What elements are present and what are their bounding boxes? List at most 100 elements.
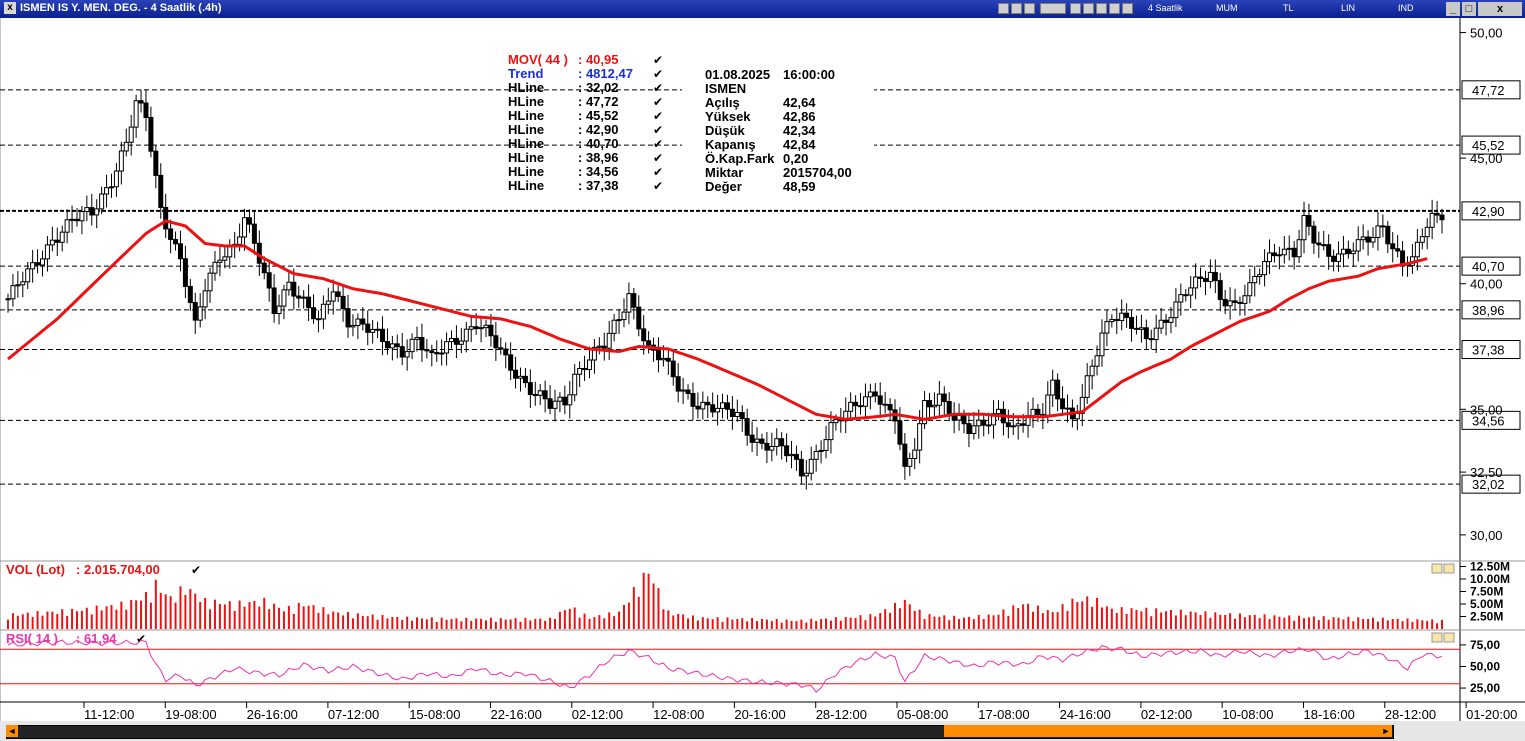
candle-body	[306, 296, 312, 309]
time-tick-12: 24-16:00	[1060, 707, 1111, 721]
price-tick-0: 50,00	[1470, 26, 1503, 41]
candle-body	[365, 323, 371, 333]
candle-body	[848, 401, 854, 412]
candle-body	[1331, 255, 1337, 262]
candle-body	[611, 319, 617, 334]
candle-body	[1133, 327, 1139, 330]
legend-label-7: HLine	[508, 150, 544, 165]
candle-body	[641, 328, 647, 342]
period-selector[interactable]: 4 Saatlik	[1148, 3, 1183, 13]
window-menu-icon[interactable]: x	[4, 2, 16, 14]
candle-body	[552, 400, 558, 409]
time-tick-7: 12-08:00	[653, 707, 704, 721]
time-tick-0: 11-12:00	[84, 707, 134, 721]
scroll-right-arrow[interactable]: ►	[1380, 725, 1392, 737]
hline-label-0: 47,72	[1472, 83, 1505, 98]
candle-body	[690, 392, 696, 407]
time-tick-8: 20-16:00	[734, 707, 785, 721]
toolbar-icon-2[interactable]	[1011, 3, 1022, 14]
candle-body	[508, 354, 514, 371]
chart-canvas[interactable]: 47,7245,5242,9040,7038,9637,3834,5632,02…	[0, 18, 1525, 721]
candle-body	[1257, 274, 1263, 277]
toolbar-icon-6[interactable]	[1083, 3, 1094, 14]
candle-body	[15, 284, 21, 287]
candle-body	[394, 343, 400, 348]
candle-body	[828, 422, 834, 441]
candle-body	[1148, 338, 1154, 341]
candle-body	[951, 415, 957, 421]
candle-body	[1434, 212, 1440, 216]
toolbar-icon-4[interactable]	[1040, 3, 1066, 14]
candle-body	[789, 453, 795, 457]
candle-body	[798, 458, 804, 477]
candle-body	[631, 293, 637, 308]
candle-body	[311, 307, 317, 320]
candle-body	[59, 231, 65, 243]
candle-body	[976, 419, 982, 427]
time-tick-15: 18-16:00	[1304, 707, 1355, 721]
legend-label-8: HLine	[508, 164, 544, 179]
candle-body	[424, 349, 430, 352]
candle-body	[108, 186, 114, 189]
indicator-selector[interactable]: IND	[1398, 3, 1414, 13]
scale-selector[interactable]: LIN	[1341, 3, 1355, 13]
candle-body	[291, 281, 297, 297]
mov44-line	[7, 219, 1428, 421]
horizontal-scrollbar[interactable]: ◄ ►	[0, 721, 1525, 741]
candle-body	[246, 217, 252, 225]
toolbar-icon-1[interactable]	[998, 3, 1009, 14]
legend-check-icon-1: ✔	[653, 67, 663, 81]
toolbar-icon-3[interactable]	[1024, 3, 1035, 14]
candle-body	[222, 256, 228, 261]
hline-label-3: 40,70	[1472, 259, 1505, 274]
info-value-1: 42,86	[783, 109, 816, 124]
toolbar-icon-8[interactable]	[1109, 3, 1120, 14]
info-key-1: Yüksek	[705, 109, 751, 124]
candle-body	[537, 390, 543, 396]
candle-body	[207, 272, 213, 292]
rsi-panel-close-icon	[1443, 632, 1455, 643]
legend-check-icon-9: ✔	[653, 179, 663, 193]
candle-body	[660, 357, 666, 361]
candle-body	[749, 434, 755, 443]
candle-body	[54, 239, 60, 243]
candle-body	[1301, 215, 1307, 241]
legend-label-0: MOV( 44 )	[508, 52, 568, 67]
candle-body	[94, 208, 100, 216]
candle-body	[360, 318, 366, 325]
candle-body	[779, 438, 785, 447]
rsi-panel-option-icon	[1431, 632, 1443, 643]
candle-body	[1296, 239, 1302, 258]
candle-body	[1390, 243, 1396, 250]
time-tick-1: 19-08:00	[165, 707, 216, 721]
minimize-button[interactable]: _	[1446, 2, 1460, 16]
candle-body	[833, 419, 839, 424]
toolbar-icon-7[interactable]	[1096, 3, 1107, 14]
candle-body	[927, 400, 933, 408]
currency-selector[interactable]: TL	[1283, 3, 1294, 13]
candle-body	[601, 345, 607, 349]
chart-type-selector[interactable]: MUM	[1216, 3, 1238, 13]
candle-body	[1183, 294, 1189, 297]
candle-body	[458, 340, 464, 345]
candle-body	[700, 401, 706, 410]
close-button[interactable]: x	[1478, 2, 1522, 16]
toolbar-icon-9[interactable]	[1122, 3, 1133, 14]
legend-label-1: Trend	[508, 66, 543, 81]
maximize-button[interactable]: □	[1462, 2, 1476, 16]
scroll-left-arrow[interactable]: ◄	[6, 725, 18, 737]
candle-body	[1311, 225, 1317, 244]
time-tick-14: 10-08:00	[1222, 707, 1273, 721]
candle-body	[463, 328, 469, 342]
candle-body	[803, 472, 809, 477]
time-tick-11: 17-08:00	[978, 707, 1029, 721]
info-value-3: 42,84	[783, 137, 816, 152]
legend-check-icon-8: ✔	[653, 165, 663, 179]
candle-body	[1370, 236, 1376, 243]
candle-body	[192, 302, 198, 321]
candle-body	[1326, 244, 1332, 257]
toolbar-icon-5[interactable]	[1070, 3, 1081, 14]
scroll-thumb[interactable]	[944, 725, 1390, 737]
candle-body	[44, 244, 50, 260]
info-key-0: Açılış	[705, 95, 740, 110]
